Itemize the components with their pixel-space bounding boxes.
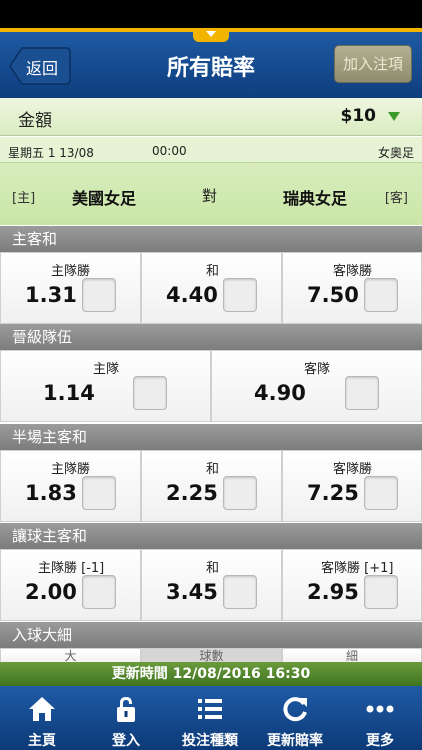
- odds-option-label: 客隊勝: [333, 462, 373, 477]
- tab-bar: 主頁 登入 投注種類 更新賠率 更多: [0, 686, 422, 750]
- odds-option-label: 客隊勝: [333, 264, 373, 279]
- section-header-total-goals: 入球大細: [0, 622, 422, 648]
- home-team: 美國女足: [72, 189, 137, 208]
- odds-row-handicap: 主隊勝 [-1] 2.00 和 3.45 客隊勝 [+1] 2.95: [0, 549, 422, 621]
- amount-selector[interactable]: 金額 $10: [0, 98, 422, 136]
- odds-option-away[interactable]: 客隊勝 7.25: [282, 450, 422, 522]
- odds-option-away[interactable]: 客隊勝 [+1] 2.95: [282, 549, 422, 621]
- away-team: 瑞典女足: [283, 189, 348, 208]
- match-date: 星期五 1 13/08: [8, 146, 94, 160]
- tab-label: 登入: [112, 733, 140, 749]
- odds-value: 7.25: [307, 481, 359, 505]
- section-header-qualifying-team: 晉級隊伍: [0, 324, 422, 350]
- home-tag: [主]: [12, 191, 36, 206]
- tab-more[interactable]: 更多: [338, 686, 422, 750]
- amount-label: 金額: [18, 111, 52, 131]
- odds-option-under[interactable]: 細: [282, 648, 422, 662]
- odds-option-label: 主隊: [93, 362, 120, 377]
- tab-label: 更新賠率: [267, 733, 323, 749]
- chevron-down-icon[interactable]: [388, 112, 400, 121]
- odds-value: 2.95: [307, 580, 359, 604]
- odds-option-home[interactable]: 主隊勝 [-1] 2.00: [0, 549, 141, 621]
- lock-icon: [117, 697, 135, 722]
- odds-value: 4.90: [254, 381, 306, 405]
- odds-checkbox[interactable]: [223, 476, 257, 510]
- odds-option-away[interactable]: 客隊勝 7.50: [282, 252, 422, 324]
- odds-value: 2.00: [25, 580, 77, 604]
- match-time: 00:00: [152, 144, 187, 158]
- section-header-half-time: 半場主客和: [0, 424, 422, 450]
- odds-row-half-time: 主隊勝 1.83 和 2.25 客隊勝 7.25: [0, 450, 422, 522]
- amount-value: $10: [340, 106, 377, 126]
- tab-refresh-odds[interactable]: 更新賠率: [253, 686, 337, 750]
- match-meta: 星期五 1 13/08 00:00 女奧足: [0, 137, 422, 163]
- odds-checkbox[interactable]: [364, 278, 398, 312]
- odds-value: 1.14: [43, 381, 95, 405]
- home-icon: [29, 697, 55, 721]
- odds-checkbox[interactable]: [364, 476, 398, 510]
- odds-option-home[interactable]: 主隊勝 1.83: [0, 450, 141, 522]
- tab-label: 主頁: [28, 733, 56, 749]
- section-header-handicap: 讓球主客和: [0, 523, 422, 549]
- odds-row-qualifying-team: 主隊 1.14 客隊 4.90: [0, 350, 422, 422]
- odds-option-label: 主隊勝 [-1]: [38, 561, 105, 576]
- add-bet-button[interactable]: 加入注項: [334, 45, 412, 83]
- update-time-bar: 更新時間 12/08/2016 16:30: [0, 662, 422, 686]
- odds-option-draw[interactable]: 和 2.25: [141, 450, 282, 522]
- odds-option-label: 和: [206, 561, 220, 576]
- status-bar: [0, 0, 422, 28]
- tab-label: 投注種類: [182, 733, 238, 749]
- odds-option-draw[interactable]: 和 4.40: [141, 252, 282, 324]
- refresh-icon: [283, 697, 307, 722]
- vs-label: 對: [202, 187, 218, 205]
- more-icon: [366, 705, 394, 713]
- odds-checkbox[interactable]: [223, 278, 257, 312]
- odds-option-label: 客隊勝 [+1]: [321, 561, 394, 576]
- section-header-home-draw-away: 主客和: [0, 226, 422, 252]
- odds-value: 7.50: [307, 283, 359, 307]
- odds-row-home-draw-away: 主隊勝 1.31 和 4.40 客隊勝 7.50: [0, 252, 422, 324]
- odds-value: 2.25: [166, 481, 218, 505]
- odds-checkbox[interactable]: [364, 575, 398, 609]
- odds-row-total-goals: 大 球數 細: [0, 648, 422, 662]
- odds-option-home[interactable]: 主隊勝 1.31: [0, 252, 141, 324]
- tab-home[interactable]: 主頁: [0, 686, 84, 750]
- odds-option-label: 和: [206, 462, 220, 477]
- odds-value: 1.31: [25, 283, 77, 307]
- odds-value: 1.83: [25, 481, 77, 505]
- odds-option-label: 客隊: [304, 362, 331, 377]
- odds-option-label: 主隊勝: [51, 462, 91, 477]
- odds-option-label: 主隊勝: [51, 264, 91, 279]
- match-league: 女奧足: [377, 146, 414, 160]
- odds-option-home[interactable]: 主隊 1.14: [0, 350, 211, 422]
- list-icon: [198, 699, 222, 719]
- tab-label: 更多: [366, 733, 394, 749]
- odds-value: 3.45: [166, 580, 218, 604]
- tab-bet-types[interactable]: 投注種類: [168, 686, 252, 750]
- odds-option-label: 和: [206, 264, 220, 279]
- odds-option-draw[interactable]: 和 3.45: [141, 549, 282, 621]
- odds-checkbox[interactable]: [82, 575, 116, 609]
- match-info: 星期五 1 13/08 00:00 女奧足 [主] 美國女足 對 瑞典女足 [客…: [0, 137, 422, 225]
- odds-value: 4.40: [166, 283, 218, 307]
- odds-checkbox[interactable]: [82, 278, 116, 312]
- odds-checkbox[interactable]: [133, 376, 167, 410]
- odds-checkbox[interactable]: [82, 476, 116, 510]
- navigation-bar: 返回 所有賠率 加入注項: [0, 28, 422, 98]
- pull-down-tab[interactable]: [193, 28, 229, 42]
- odds-checkbox[interactable]: [223, 575, 257, 609]
- odds-option-goal-line: 球數: [141, 648, 282, 662]
- tab-login[interactable]: 登入: [84, 686, 168, 750]
- odds-option-away[interactable]: 客隊 4.90: [211, 350, 422, 422]
- odds-option-over[interactable]: 大: [0, 648, 141, 662]
- away-tag: [客]: [384, 191, 408, 206]
- odds-checkbox[interactable]: [345, 376, 379, 410]
